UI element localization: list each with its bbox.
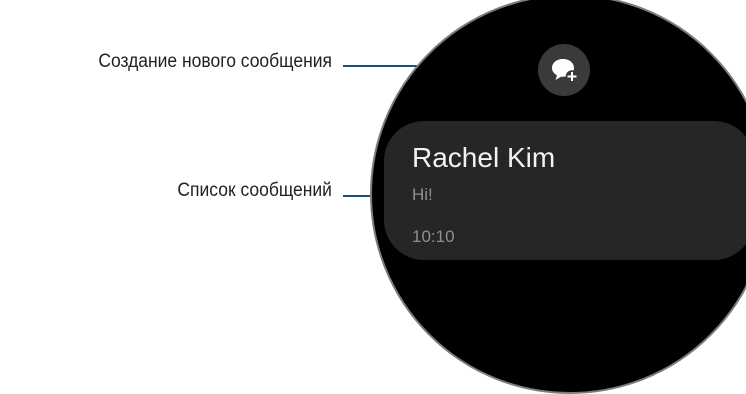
message-time: 10:10 (412, 227, 455, 246)
callout-compose-label: Создание нового сообщения (98, 51, 332, 72)
callout-list-label: Список сообщений (177, 180, 332, 201)
message-sender-name: Rachel Kim (412, 142, 556, 173)
new-message-bubble-plus-icon (552, 59, 579, 83)
new-message-button[interactable] (538, 44, 590, 96)
message-preview-text: Hi! (412, 185, 433, 204)
